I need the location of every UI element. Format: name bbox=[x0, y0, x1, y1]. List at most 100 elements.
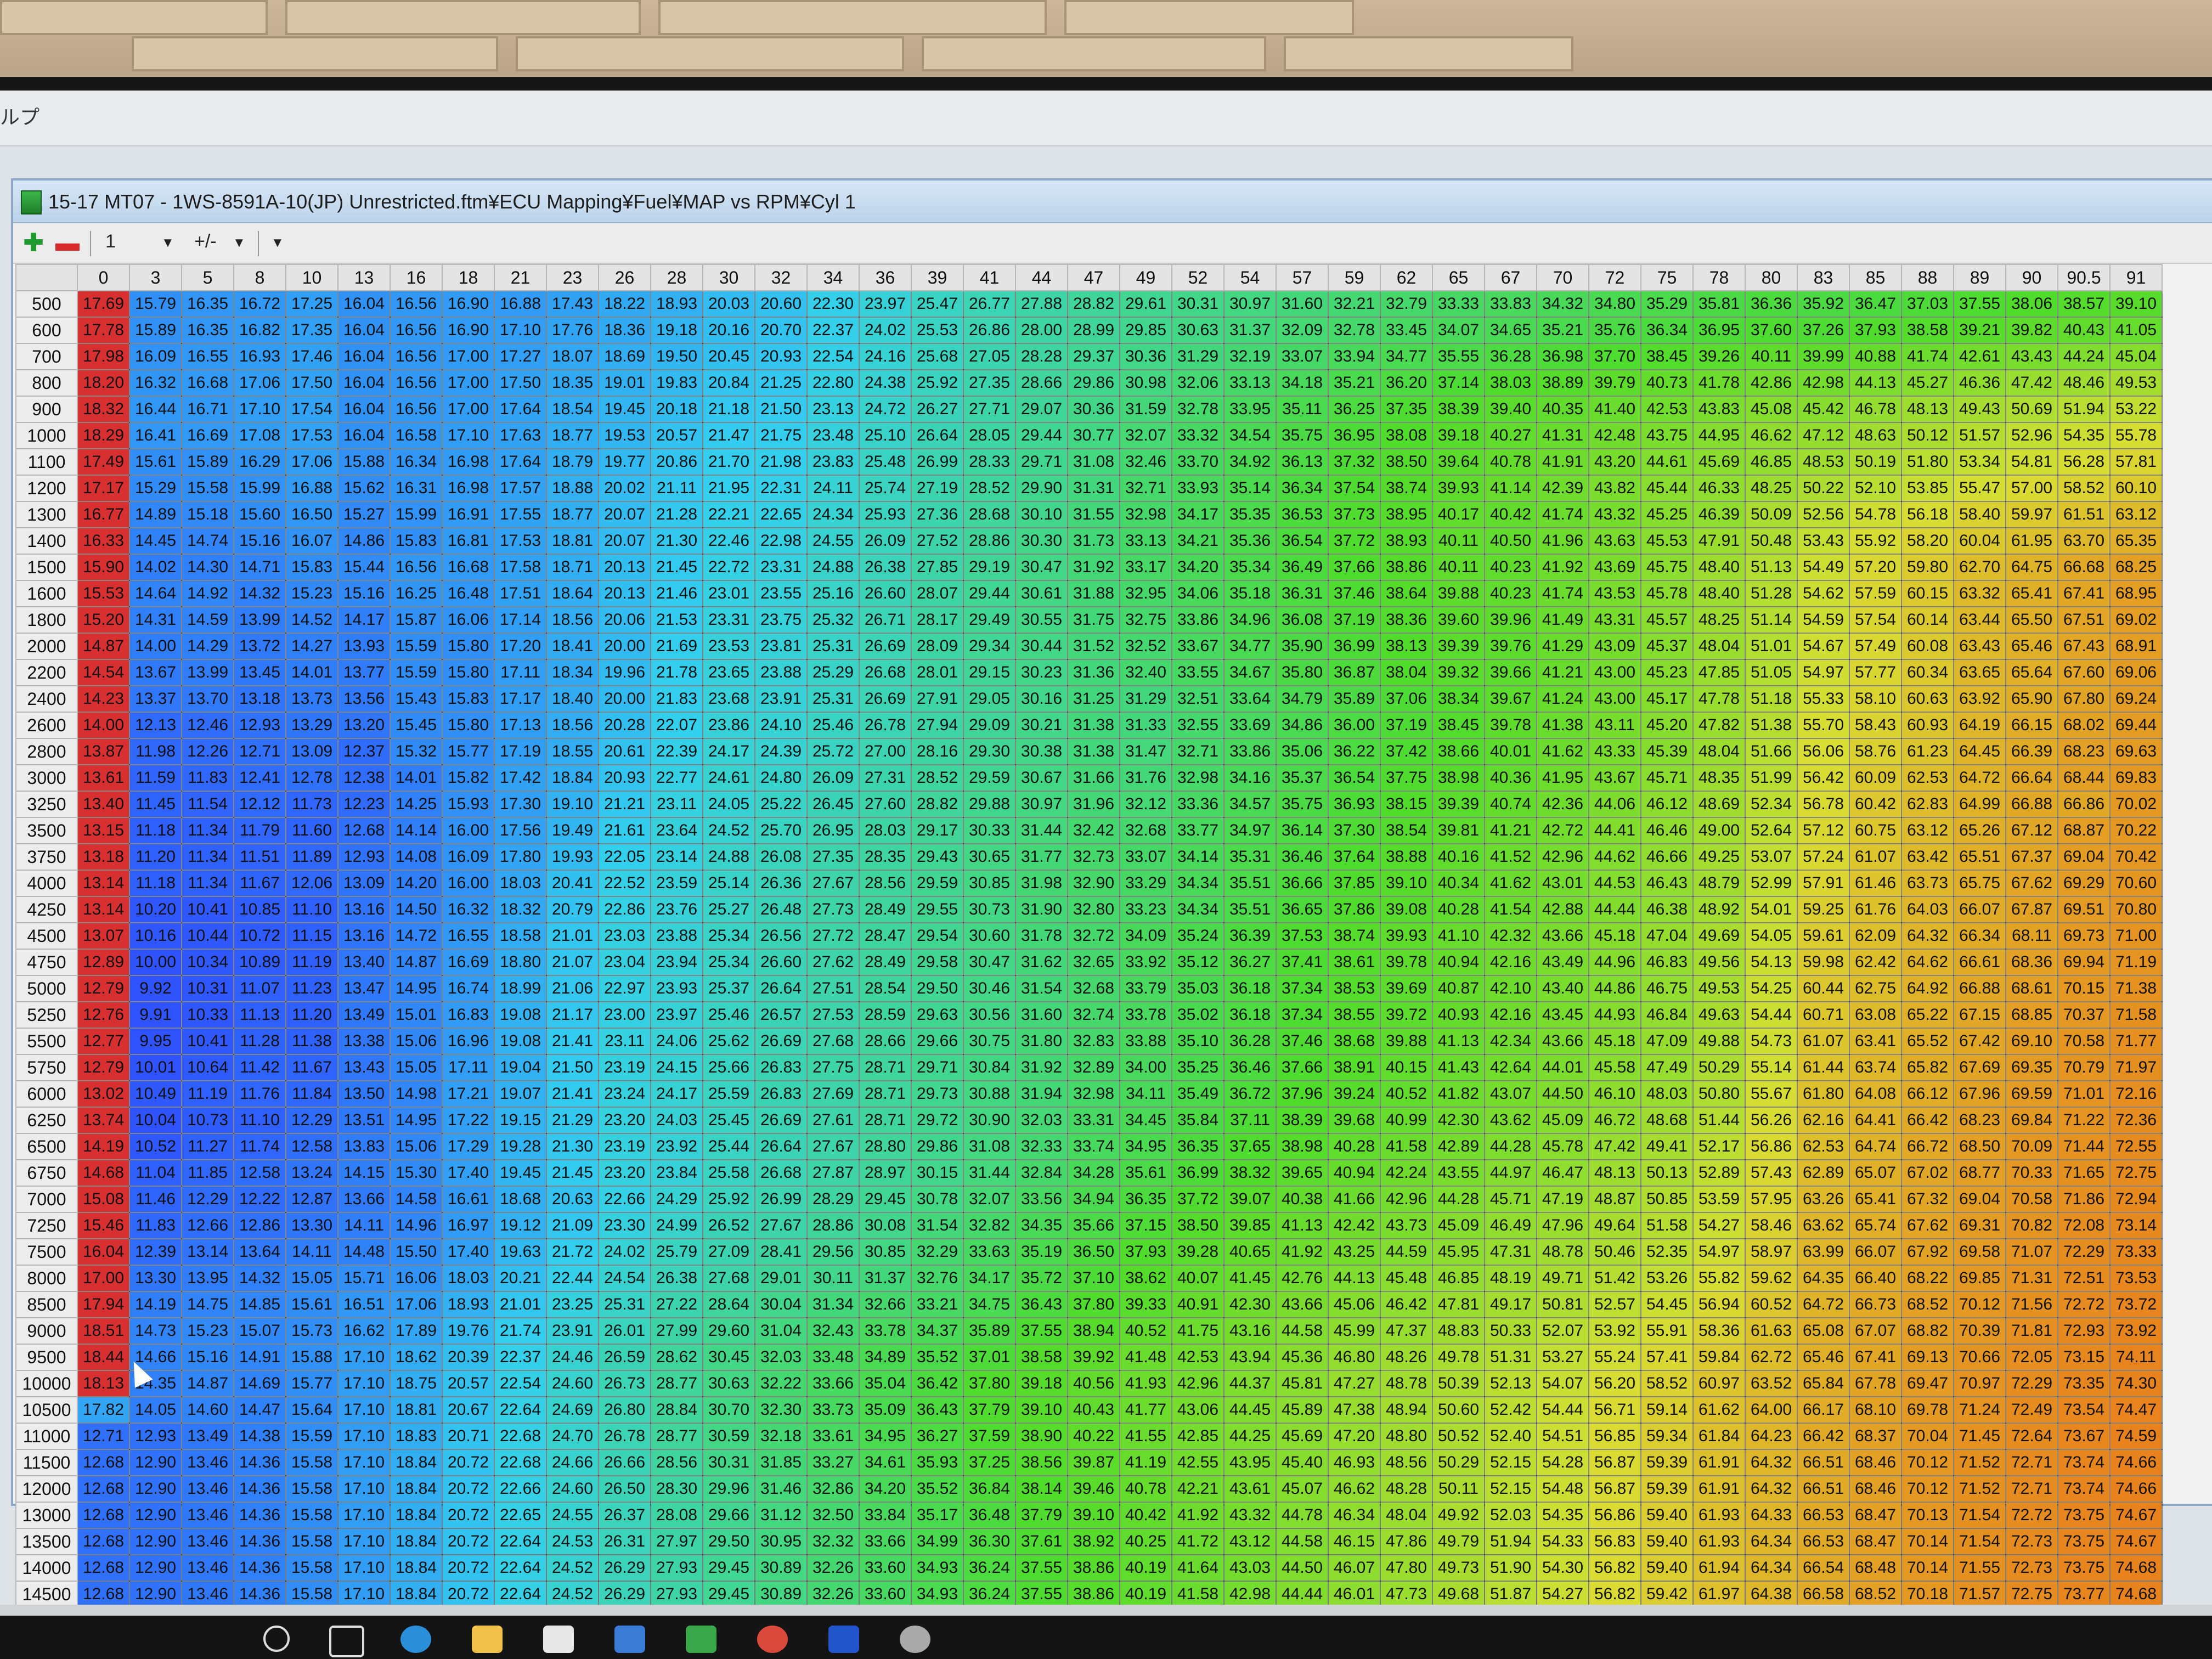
map-cell[interactable]: 57.43 bbox=[1745, 1159, 1798, 1187]
map-cell[interactable]: 17.53 bbox=[494, 527, 547, 555]
map-cell[interactable]: 55.91 bbox=[1640, 1317, 1694, 1345]
map-cell[interactable]: 13.93 bbox=[337, 633, 391, 660]
map-cell[interactable]: 30.98 bbox=[1119, 369, 1172, 397]
map-cell[interactable]: 14.08 bbox=[390, 843, 443, 871]
map-cell[interactable]: 15.88 bbox=[285, 1344, 338, 1371]
map-cell[interactable]: 14.36 bbox=[233, 1475, 286, 1503]
map-cell[interactable]: 14.95 bbox=[390, 1107, 443, 1134]
map-cell[interactable]: 45.69 bbox=[1276, 1423, 1329, 1450]
map-cell[interactable]: 17.13 bbox=[494, 712, 547, 739]
map-cell[interactable]: 21.95 bbox=[702, 475, 755, 502]
map-cell[interactable]: 10.64 bbox=[181, 1054, 234, 1081]
map-cell[interactable]: 14.58 bbox=[390, 1186, 443, 1213]
map-cell[interactable]: 53.34 bbox=[1953, 448, 2006, 476]
map-cell[interactable]: 39.85 bbox=[1223, 1212, 1277, 1239]
map-cell[interactable]: 24.70 bbox=[546, 1423, 599, 1450]
map-cell[interactable]: 40.22 bbox=[1067, 1423, 1120, 1450]
map-cell[interactable]: 64.99 bbox=[1953, 791, 2006, 818]
map-cell[interactable]: 12.90 bbox=[129, 1554, 182, 1582]
map-cell[interactable]: 27.71 bbox=[963, 396, 1016, 423]
map-cell[interactable]: 23.30 bbox=[598, 1212, 651, 1239]
map-cell[interactable]: 17.42 bbox=[494, 764, 547, 792]
map-cell[interactable]: 26.09 bbox=[859, 527, 912, 555]
map-cell[interactable]: 40.94 bbox=[1432, 949, 1485, 976]
map-cell[interactable]: 59.84 bbox=[1692, 1344, 1746, 1371]
map-cell[interactable]: 30.77 bbox=[1067, 422, 1120, 449]
map-cell[interactable]: 32.18 bbox=[754, 1423, 808, 1450]
map-cell[interactable]: 33.66 bbox=[859, 1528, 912, 1555]
map-cell[interactable]: 63.70 bbox=[2057, 527, 2111, 555]
map-cell[interactable]: 38.95 bbox=[1380, 501, 1433, 528]
map-cell[interactable]: 16.04 bbox=[337, 422, 391, 449]
map-cell[interactable]: 68.22 bbox=[1901, 1265, 1954, 1292]
map-cell[interactable]: 31.54 bbox=[1015, 975, 1068, 1002]
map-cell[interactable]: 11.67 bbox=[285, 1054, 338, 1081]
map-cell[interactable]: 43.53 bbox=[1588, 580, 1641, 607]
map-cell[interactable]: 67.41 bbox=[2057, 580, 2111, 607]
map-cell[interactable]: 34.92 bbox=[1223, 448, 1277, 476]
map-cell[interactable]: 20.67 bbox=[442, 1396, 495, 1424]
map-cell[interactable]: 61.76 bbox=[1849, 896, 1902, 923]
map-cell[interactable]: 28.35 bbox=[859, 843, 912, 871]
map-cell[interactable]: 37.10 bbox=[1067, 1265, 1120, 1292]
map-cell[interactable]: 17.08 bbox=[233, 422, 286, 449]
map-cell[interactable]: 56.94 bbox=[1692, 1291, 1746, 1318]
map-cell[interactable]: 43.03 bbox=[1223, 1554, 1277, 1582]
map-cell[interactable]: 68.11 bbox=[2005, 922, 2058, 950]
map-cell[interactable]: 22.39 bbox=[650, 738, 703, 765]
map-cell[interactable]: 54.97 bbox=[1797, 659, 1850, 686]
map-cell[interactable]: 32.82 bbox=[963, 1212, 1016, 1239]
map-cell[interactable]: 12.46 bbox=[181, 712, 234, 739]
map-cell[interactable]: 11.23 bbox=[285, 975, 338, 1002]
map-cell[interactable]: 29.96 bbox=[702, 1475, 755, 1503]
map-cell[interactable]: 41.21 bbox=[1484, 817, 1537, 844]
map-cell[interactable]: 23.11 bbox=[598, 1028, 651, 1055]
map-cell[interactable]: 20.45 bbox=[702, 343, 755, 370]
map-cell[interactable]: 20.07 bbox=[598, 527, 651, 555]
map-cell[interactable]: 72.75 bbox=[2005, 1581, 2058, 1608]
map-cell[interactable]: 40.99 bbox=[1380, 1107, 1433, 1134]
map-cell[interactable]: 44.06 bbox=[1588, 791, 1641, 818]
map-cell[interactable]: 64.92 bbox=[1901, 975, 1954, 1002]
map-cell[interactable]: 32.55 bbox=[1171, 712, 1224, 739]
map-cell[interactable]: 28.52 bbox=[911, 764, 964, 792]
map-cell[interactable]: 34.18 bbox=[1276, 369, 1329, 397]
map-cell[interactable]: 72.08 bbox=[2057, 1212, 2111, 1239]
map-cell[interactable]: 21.09 bbox=[546, 1212, 599, 1239]
map-cell[interactable]: 25.31 bbox=[598, 1291, 651, 1318]
map-cell[interactable]: 23.24 bbox=[598, 1080, 651, 1108]
map-cell[interactable]: 64.00 bbox=[1745, 1396, 1798, 1424]
map-cell[interactable]: 44.13 bbox=[1328, 1265, 1381, 1292]
map-cell[interactable]: 12.79 bbox=[77, 975, 130, 1002]
map-cell[interactable]: 13.09 bbox=[285, 738, 338, 765]
map-cell[interactable]: 12.37 bbox=[337, 738, 391, 765]
map-cell[interactable]: 50.39 bbox=[1432, 1370, 1485, 1397]
map-cell[interactable]: 34.09 bbox=[1119, 922, 1172, 950]
map-cell[interactable]: 61.91 bbox=[1692, 1475, 1746, 1503]
map-cell[interactable]: 59.14 bbox=[1640, 1396, 1694, 1424]
map-cell[interactable]: 73.92 bbox=[2109, 1317, 2163, 1345]
map-cell[interactable]: 40.52 bbox=[1380, 1080, 1433, 1108]
map-cell[interactable]: 28.82 bbox=[1067, 290, 1120, 318]
map-cell[interactable]: 68.25 bbox=[2109, 554, 2163, 581]
map-cell[interactable]: 71.52 bbox=[1953, 1449, 2006, 1476]
map-cell[interactable]: 12.90 bbox=[129, 1528, 182, 1555]
map-cell[interactable]: 73.67 bbox=[2057, 1423, 2111, 1450]
map-cell[interactable]: 20.72 bbox=[442, 1502, 495, 1529]
map-cell[interactable]: 34.07 bbox=[1432, 317, 1485, 344]
map-cell[interactable]: 14.54 bbox=[77, 659, 130, 686]
map-cell[interactable]: 16.09 bbox=[442, 843, 495, 871]
map-cell[interactable]: 15.87 bbox=[390, 606, 443, 634]
map-cell[interactable]: 17.00 bbox=[77, 1265, 130, 1292]
map-cell[interactable]: 72.94 bbox=[2109, 1186, 2163, 1213]
map-cell[interactable]: 60.08 bbox=[1901, 633, 1954, 660]
map-cell[interactable]: 13.30 bbox=[285, 1212, 338, 1239]
map-cell[interactable]: 61.63 bbox=[1745, 1317, 1798, 1345]
map-cell[interactable]: 56.78 bbox=[1797, 791, 1850, 818]
map-cell[interactable]: 45.18 bbox=[1588, 922, 1641, 950]
map-cell[interactable]: 29.49 bbox=[963, 606, 1016, 634]
map-cell[interactable]: 20.00 bbox=[598, 633, 651, 660]
map-cell[interactable]: 22.72 bbox=[702, 554, 755, 581]
map-cell[interactable]: 72.75 bbox=[2109, 1159, 2163, 1187]
map-cell[interactable]: 67.51 bbox=[2057, 606, 2111, 634]
